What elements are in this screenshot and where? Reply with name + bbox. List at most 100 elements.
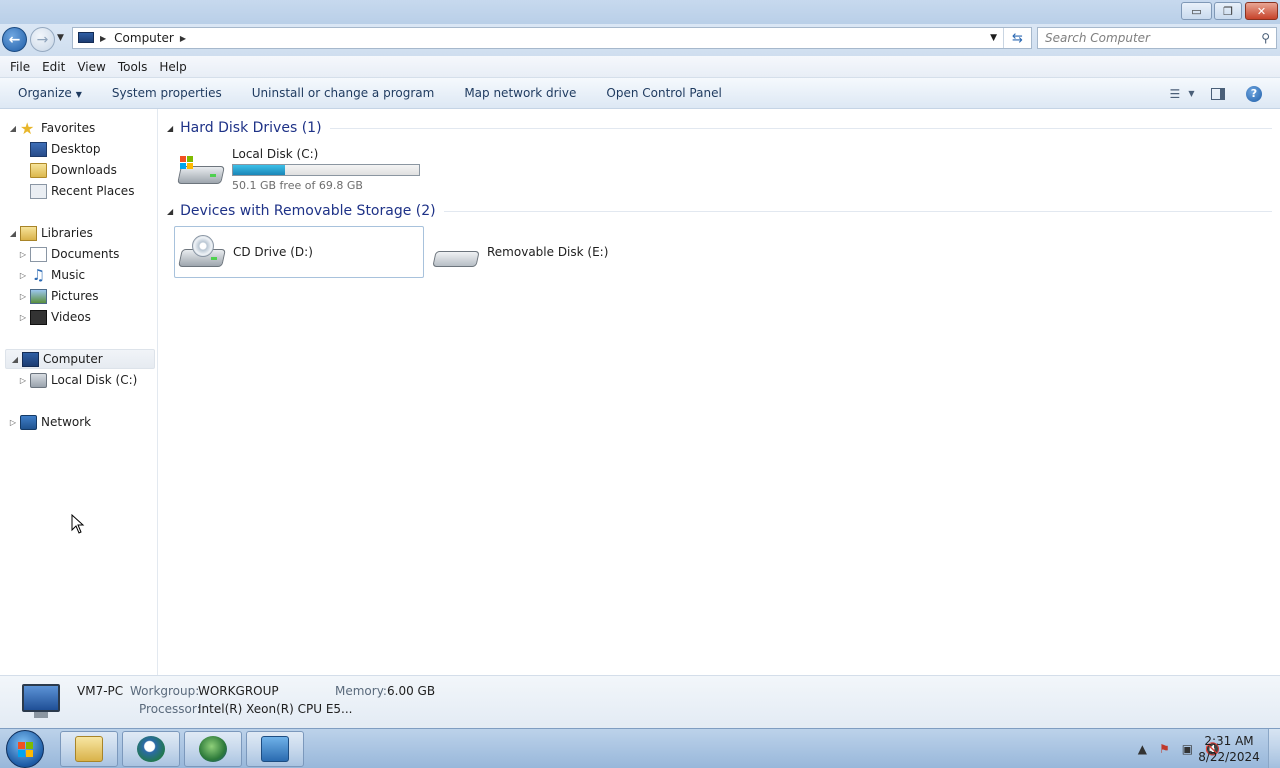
collapse-arrow-icon[interactable]: ◢: [167, 207, 173, 216]
help-button[interactable]: ?: [1242, 84, 1266, 104]
cd-drive-icon: [178, 235, 226, 269]
help-icon: ?: [1246, 85, 1262, 102]
drive-name: Local Disk (C:): [232, 146, 319, 161]
address-bar[interactable]: ▶ Computer ▶ ▼ ⇆: [72, 27, 1032, 49]
tree-label: Videos: [51, 310, 91, 324]
tree-label: Recent Places: [51, 184, 135, 198]
disk-usage-bar: [232, 163, 420, 176]
memory-value: 6.00 GB: [387, 684, 436, 698]
search-input[interactable]: Search Computer ⚲: [1037, 27, 1277, 49]
minimize-button[interactable]: ▭: [1181, 2, 1212, 20]
tree-item-music[interactable]: ▷ ♫ Music: [18, 265, 85, 285]
expand-arrow-icon[interactable]: ▷: [18, 271, 28, 280]
removable-disk-icon: [432, 235, 480, 269]
organize-button[interactable]: Organize ▼: [0, 86, 97, 100]
content-area: ◢ Hard Disk Drives (1) Local Disk (C:) 5…: [159, 109, 1280, 675]
expand-arrow-icon[interactable]: ◢: [8, 124, 18, 133]
search-icon[interactable]: ⚲: [1261, 31, 1270, 45]
windows-logo-icon: [18, 742, 34, 758]
close-icon: ✕: [1256, 4, 1267, 18]
taskbar-explorer-button[interactable]: [60, 731, 118, 767]
expand-arrow-icon[interactable]: ▷: [18, 313, 28, 322]
group-heading: Devices with Removable Storage (2): [180, 203, 436, 219]
tree-item-pictures[interactable]: ▷ Pictures: [18, 286, 99, 306]
tree-favorites[interactable]: ◢ ★ Favorites: [8, 118, 95, 138]
computer-icon: [78, 31, 94, 45]
music-icon: ♫: [31, 265, 46, 284]
breadcrumb-computer[interactable]: Computer: [114, 31, 174, 45]
tree-item-documents[interactable]: ▷ Documents: [18, 244, 119, 264]
uninstall-program-button[interactable]: Uninstall or change a program: [237, 86, 450, 100]
taskbar-system-button[interactable]: [246, 731, 304, 767]
tree-libraries[interactable]: ◢ Libraries: [8, 223, 93, 243]
network-status-icon[interactable]: ▣: [1182, 742, 1193, 756]
drive-cd-drive-d[interactable]: CD Drive (D:): [174, 226, 424, 278]
menu-tools[interactable]: Tools: [112, 60, 154, 74]
details-pane: VM7-PC Workgroup: WORKGROUP Memory: 6.00…: [0, 675, 1280, 728]
workgroup-value: WORKGROUP: [198, 684, 279, 698]
collapse-arrow-icon[interactable]: ◢: [167, 124, 173, 133]
drive-local-disk-c[interactable]: Local Disk (C:) 50.1 GB free of 69.8 GB: [174, 143, 434, 195]
maximize-button[interactable]: ❐: [1214, 2, 1242, 20]
tree-label: Music: [51, 268, 86, 282]
forward-arrow-icon: →: [36, 31, 49, 48]
menu-edit[interactable]: Edit: [36, 60, 71, 74]
recent-pages-dropdown[interactable]: ▼: [57, 33, 64, 43]
taskbar-app-button[interactable]: [184, 731, 242, 767]
expand-arrow-icon[interactable]: ◢: [8, 229, 18, 238]
tree-item-desktop[interactable]: Desktop: [18, 139, 101, 159]
expand-arrow-icon[interactable]: ▷: [8, 418, 18, 427]
globe-download-icon: [199, 736, 227, 762]
tree-label: Desktop: [51, 142, 101, 156]
breadcrumb-separator-icon[interactable]: ▶: [100, 34, 106, 43]
back-button[interactable]: ←: [2, 27, 27, 52]
menu-help[interactable]: Help: [153, 60, 192, 74]
drive-removable-disk-e[interactable]: Removable Disk (E:): [429, 226, 679, 278]
breadcrumb-chevron-icon[interactable]: ▶: [180, 34, 186, 43]
tree-computer[interactable]: ◢ Computer: [5, 349, 155, 369]
refresh-button[interactable]: ⇆: [1003, 28, 1031, 48]
system-properties-button[interactable]: System properties: [97, 86, 237, 100]
show-desktop-button[interactable]: [1268, 729, 1280, 768]
tree-label: Libraries: [41, 226, 93, 240]
change-view-button[interactable]: ☰ ▼: [1170, 84, 1195, 104]
show-hidden-icons-button[interactable]: ▲: [1138, 742, 1147, 756]
mouse-cursor-icon: [71, 514, 85, 534]
expand-arrow-icon[interactable]: ▷: [18, 376, 28, 385]
map-network-drive-button[interactable]: Map network drive: [449, 86, 591, 100]
drive-name: Removable Disk (E:): [487, 245, 609, 259]
tree-label: Documents: [51, 247, 120, 261]
group-hard-disk-drives[interactable]: ◢ Hard Disk Drives (1): [167, 118, 1272, 138]
clock-time: 2:31 AM: [1204, 734, 1254, 748]
preview-pane-icon: [1211, 87, 1225, 100]
desktop-icon: [30, 141, 47, 157]
computer-name: VM7-PC: [77, 684, 124, 698]
address-dropdown-icon[interactable]: ▼: [990, 33, 997, 43]
preview-pane-button[interactable]: [1206, 84, 1230, 104]
tree-network[interactable]: ▷ Network: [8, 412, 91, 432]
search-placeholder: Search Computer: [1045, 31, 1150, 45]
taskbar: ▲ ⚑ ▣ 🔇 2:31 AM 8/22/2024: [0, 728, 1280, 768]
close-button[interactable]: ✕: [1245, 2, 1278, 20]
taskbar-browser-button[interactable]: [122, 731, 180, 767]
expand-arrow-icon[interactable]: ▷: [18, 250, 28, 259]
menu-view[interactable]: View: [71, 60, 111, 74]
action-center-icon[interactable]: ⚑: [1159, 742, 1170, 756]
tree-item-downloads[interactable]: Downloads: [18, 160, 117, 180]
processor-label: Processor:: [139, 702, 201, 716]
menu-file[interactable]: File: [4, 60, 36, 74]
group-removable-storage[interactable]: ◢ Devices with Removable Storage (2): [167, 201, 1272, 221]
start-button[interactable]: [6, 730, 44, 768]
forward-button[interactable]: →: [30, 27, 55, 52]
drive-free-space: 50.1 GB free of 69.8 GB: [232, 178, 363, 192]
open-control-panel-button[interactable]: Open Control Panel: [591, 86, 736, 100]
tree-item-videos[interactable]: ▷ Videos: [18, 307, 91, 327]
tree-item-recent-places[interactable]: Recent Places: [18, 181, 134, 201]
expand-arrow-icon[interactable]: ▷: [18, 292, 28, 301]
title-bar: ▭ ❐ ✕: [0, 0, 1280, 24]
expand-arrow-icon[interactable]: ◢: [10, 355, 20, 364]
downloads-folder-icon: [30, 162, 47, 178]
tree-item-local-disk[interactable]: ▷ Local Disk (C:): [18, 370, 137, 390]
computer-icon: [22, 351, 39, 367]
clock[interactable]: 2:31 AM 8/22/2024: [1196, 733, 1262, 765]
